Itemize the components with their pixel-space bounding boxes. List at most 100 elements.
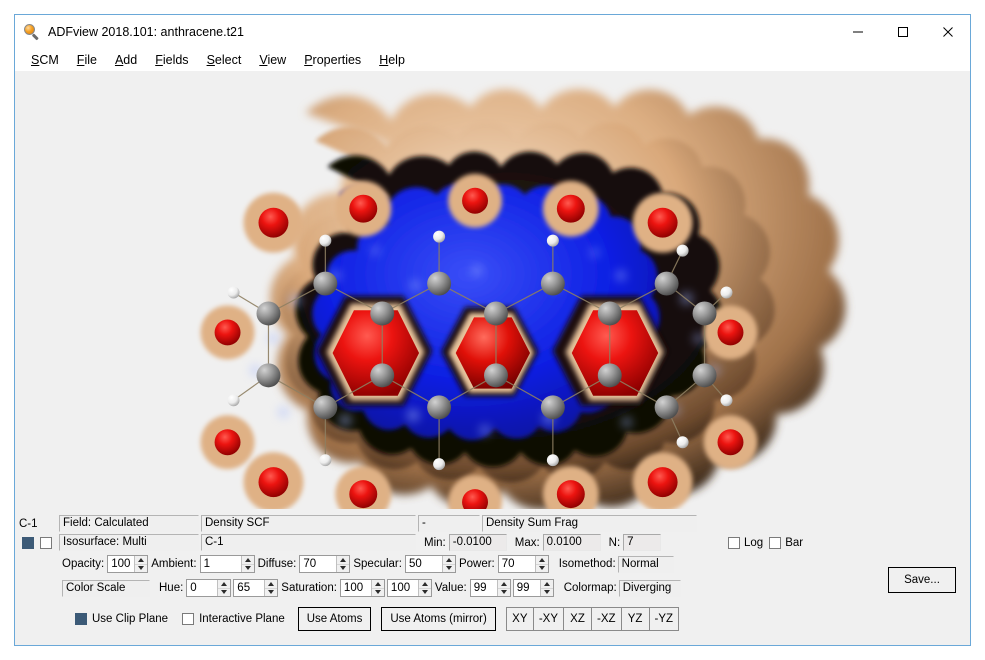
saturation-min-stepper[interactable]: 100 — [339, 579, 385, 597]
save-button[interactable]: Save... — [888, 567, 956, 593]
lobe — [243, 192, 304, 253]
lobe — [448, 173, 502, 228]
axis-button-xy[interactable]: XY — [505, 607, 534, 631]
isomethod-label: Isomethod: — [558, 558, 616, 570]
lobe — [542, 180, 599, 237]
lobe — [200, 305, 255, 360]
menu-mnemonic: P — [304, 52, 313, 67]
surface-visible-checkbox[interactable] — [22, 536, 34, 549]
field-type-label[interactable]: Field: Calculated — [59, 515, 199, 532]
opacity-stepper[interactable]: 100 — [107, 555, 149, 573]
menu-item-view[interactable]: View — [259, 54, 286, 67]
menu-bar: SCM File Add Fields Select View Properti… — [15, 49, 970, 71]
stepper-arrows[interactable] — [240, 556, 254, 572]
hue-max-value: 65 — [234, 580, 265, 596]
stepper-arrows[interactable] — [534, 556, 548, 572]
maximize-button[interactable] — [880, 15, 925, 49]
use-clip-plane-checkbox[interactable] — [75, 613, 87, 625]
fragment-value-display[interactable]: Density Sum Frag — [482, 515, 697, 532]
isosurface-value-display[interactable]: C-1 — [201, 534, 416, 551]
n-input[interactable]: 7 — [623, 534, 662, 551]
value-min-value: 99 — [470, 580, 497, 596]
axis-button-neg-xz[interactable]: -XZ — [592, 607, 622, 631]
bar-checkbox[interactable] — [769, 537, 782, 549]
menu-label-rest: elect — [214, 52, 242, 67]
hue-min-stepper[interactable]: 0 — [186, 579, 232, 597]
value-min-stepper[interactable]: 99 — [469, 579, 511, 597]
max-input[interactable]: 0.0100 — [542, 534, 601, 551]
stepper-arrows[interactable] — [441, 556, 455, 572]
stepper-arrows[interactable] — [417, 580, 431, 596]
min-label: Min: — [424, 536, 446, 549]
min-input[interactable]: -0.0100 — [448, 534, 507, 551]
use-atoms-mirror-button[interactable]: Use Atoms (mirror) — [381, 607, 496, 631]
menu-item-scm[interactable]: SCM — [31, 54, 59, 67]
stepper-arrows[interactable] — [134, 556, 148, 572]
surface-toggles — [19, 536, 59, 549]
diffuse-stepper[interactable]: 70 — [299, 555, 351, 573]
magnifier-icon — [24, 24, 40, 41]
application-window: ADFview 2018.101: anthracene.t21 SCM Fil… — [14, 14, 971, 646]
stepper-arrows[interactable] — [217, 580, 231, 596]
molecule-viewport[interactable] — [16, 71, 969, 509]
menu-item-fields[interactable]: Fields — [155, 54, 188, 67]
interactive-plane-checkbox[interactable] — [182, 613, 195, 625]
diffuse-label: Diffuse: — [257, 558, 297, 570]
n-label: N: — [608, 536, 621, 549]
value-max-value: 99 — [513, 580, 540, 596]
window-title: ADFview 2018.101: anthracene.t21 — [48, 25, 244, 39]
menu-label-rest: CM — [39, 52, 59, 67]
minimize-button[interactable] — [835, 15, 880, 49]
axis-button-yz[interactable]: YZ — [621, 607, 650, 631]
stepper-arrows[interactable] — [539, 580, 553, 596]
stepper-arrows[interactable] — [336, 556, 350, 572]
menu-mnemonic: F — [155, 52, 163, 67]
max-label: Max: — [514, 536, 540, 549]
menu-item-help[interactable]: Help — [379, 54, 405, 67]
saturation-max-value: 100 — [387, 580, 418, 596]
stepper-arrows[interactable] — [370, 580, 384, 596]
menu-label-rest: ile — [84, 52, 97, 67]
isosurface-type-label[interactable]: Isosurface: Multi — [59, 534, 199, 551]
field-row: C-1 Field: Calculated Density SCF - Dens… — [19, 515, 697, 532]
log-checkbox[interactable] — [728, 537, 740, 549]
surface-second-checkbox[interactable] — [40, 536, 52, 549]
actions-row: Use Clip Plane Interactive Plane Use Ato… — [75, 607, 680, 631]
colorscale-row: Color Scale Hue: 0 65 Saturation: 100 10… — [62, 579, 681, 597]
axis-button-neg-yz[interactable]: -YZ — [649, 607, 680, 631]
saturation-max-stepper[interactable]: 100 — [386, 579, 432, 597]
stepper-arrows[interactable] — [264, 580, 278, 596]
ambient-label: Ambient: — [151, 558, 197, 570]
axis-view-buttons: XY -XY XZ -XZ YZ -YZ — [505, 607, 680, 631]
field-value-display[interactable]: Density SCF — [201, 515, 416, 532]
colormap-value[interactable]: Diverging — [618, 579, 681, 597]
menu-mnemonic: H — [379, 52, 389, 67]
specular-stepper[interactable]: 50 — [404, 555, 456, 573]
menu-item-properties[interactable]: Properties — [304, 54, 361, 67]
hue-label: Hue: — [159, 582, 184, 594]
diffuse-value: 70 — [300, 556, 337, 572]
axis-button-neg-xy[interactable]: -XY — [533, 607, 565, 631]
isomethod-value[interactable]: Normal — [617, 555, 674, 573]
saturation-label: Saturation: — [281, 582, 337, 594]
menu-label-rest: ields — [162, 52, 189, 67]
menu-label-rest: roperties — [312, 52, 362, 67]
menu-item-add[interactable]: Add — [115, 54, 137, 67]
value-max-stepper[interactable]: 99 — [512, 579, 554, 597]
power-stepper[interactable]: 70 — [497, 555, 549, 573]
interactive-plane-label: Interactive Plane — [199, 613, 285, 625]
menu-label-rest: iew — [267, 52, 287, 67]
maximize-icon — [897, 27, 908, 37]
ambient-stepper[interactable]: 1 — [199, 555, 255, 573]
colormap-label: Colormap: — [563, 582, 617, 594]
surface-id-label: C-1 — [19, 517, 38, 530]
use-atoms-button[interactable]: Use Atoms — [297, 607, 372, 631]
material-row: Opacity: 100 Ambient: 1 Diffuse: 70 Spec… — [62, 555, 674, 573]
menu-item-file[interactable]: File — [77, 54, 97, 67]
close-button[interactable] — [925, 15, 970, 49]
stepper-arrows[interactable] — [496, 580, 510, 596]
hue-max-stepper[interactable]: 65 — [233, 579, 279, 597]
axis-button-xz[interactable]: XZ — [564, 607, 593, 631]
field-dash-display[interactable]: - — [418, 515, 480, 532]
menu-item-select[interactable]: Select — [207, 54, 242, 67]
